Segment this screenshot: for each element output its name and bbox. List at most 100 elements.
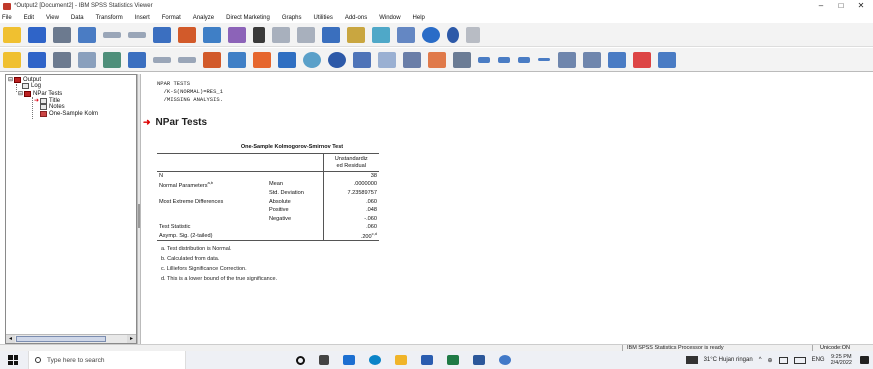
taskbar-search-box[interactable]: Type here to search	[28, 351, 186, 369]
select-cases-icon[interactable]	[372, 26, 390, 43]
value-labels-icon[interactable]	[397, 26, 415, 43]
menu-analyze[interactable]: Analyze	[193, 15, 214, 21]
menu-add-ons[interactable]: Add-ons	[345, 15, 367, 21]
store-icon[interactable]	[421, 355, 433, 365]
goto-data-output-icon[interactable]	[203, 51, 221, 68]
weather-icon[interactable]	[685, 356, 698, 364]
notification-icon[interactable]	[860, 356, 869, 364]
keyboard-icon[interactable]	[793, 356, 806, 364]
goto-case-output-icon[interactable]	[228, 51, 246, 68]
export-icon[interactable]	[103, 51, 121, 68]
menu-insert[interactable]: Insert	[135, 15, 150, 21]
back-arrow-icon[interactable]	[478, 56, 490, 63]
outline-horizontal-scrollbar[interactable]: ◂ ▸	[6, 334, 136, 343]
insert-cases-icon[interactable]	[272, 26, 290, 43]
ks-test-table[interactable]: Unstandardiz ed Residual N 38 Normal Par…	[157, 153, 379, 242]
tray-chevron-icon[interactable]: ^	[759, 357, 762, 363]
redo-output-icon[interactable]	[178, 56, 196, 63]
outline-log[interactable]: Log	[22, 83, 41, 89]
menu-transform[interactable]: Transform	[96, 15, 123, 21]
print-preview-output-icon[interactable]	[78, 51, 96, 68]
goto-variable-icon[interactable]	[203, 26, 221, 43]
variables-icon[interactable]	[228, 26, 246, 43]
menu-view[interactable]: View	[46, 15, 59, 21]
open-folder-icon[interactable]	[3, 26, 21, 43]
npar-tests-heading[interactable]: ➜ NPar Tests	[143, 117, 207, 128]
select-last-output-icon[interactable]	[378, 51, 396, 68]
menu-file[interactable]: File	[2, 15, 12, 21]
menu-format[interactable]: Format	[162, 15, 181, 21]
demote-icon[interactable]	[428, 51, 446, 68]
goto-variable-output-icon[interactable]	[253, 51, 271, 68]
find-icon[interactable]	[253, 26, 265, 43]
scroll-right-icon[interactable]: ▸	[127, 335, 136, 343]
spell-check-icon[interactable]	[466, 26, 480, 43]
menu-direct-marketing[interactable]: Direct Marketing	[226, 15, 270, 21]
print-preview-icon[interactable]	[78, 26, 96, 43]
weight-cases-icon[interactable]	[347, 26, 365, 43]
menu-help[interactable]: Help	[413, 15, 425, 21]
outline-npar-tests[interactable]: ⊟ NPar Tests	[18, 90, 62, 97]
show-all-output-icon[interactable]	[328, 51, 346, 68]
windows-start-icon[interactable]	[8, 355, 18, 365]
edge-icon[interactable]	[369, 355, 381, 365]
insert-title-icon[interactable]	[633, 51, 651, 68]
save-icon[interactable]	[28, 26, 46, 43]
weather-text[interactable]: 31°C Hujan ringan	[704, 357, 753, 363]
goto-data-icon[interactable]	[153, 26, 171, 43]
outline-output[interactable]: ⊟ Output	[8, 76, 41, 83]
menu-edit[interactable]: Edit	[24, 15, 34, 21]
undo-icon[interactable]	[103, 31, 121, 38]
outline-pane[interactable]: ⊟ Output Log ⊟ NPar Tests ➜ Title Notes …	[5, 74, 137, 344]
battery-icon[interactable]	[778, 356, 788, 364]
undo-output-icon[interactable]	[153, 56, 171, 63]
show-icon[interactable]	[558, 51, 576, 68]
maximize-button[interactable]: □	[831, 0, 851, 12]
spss-taskbar-icon[interactable]	[499, 355, 511, 365]
insert-variable-icon[interactable]	[297, 26, 315, 43]
designate-window-icon[interactable]	[353, 51, 371, 68]
insert-heading-icon[interactable]	[608, 51, 626, 68]
scroll-left-icon[interactable]: ◂	[6, 335, 15, 343]
use-sets-output-icon[interactable]	[303, 51, 321, 68]
recall-dialog-icon[interactable]	[128, 51, 146, 68]
menu-data[interactable]: Data	[71, 15, 84, 21]
file-explorer-icon[interactable]	[395, 355, 407, 365]
open-icon[interactable]	[3, 51, 21, 68]
menu-utilities[interactable]: Utilities	[314, 15, 333, 21]
print-output-icon[interactable]	[53, 51, 71, 68]
save-output-icon[interactable]	[28, 51, 46, 68]
clock[interactable]: 9:25 PM 2/4/2022	[831, 354, 852, 366]
redo-icon[interactable]	[128, 31, 146, 38]
split-file-icon[interactable]	[322, 26, 340, 43]
minus-icon[interactable]	[538, 58, 550, 61]
close-button[interactable]: ✕	[851, 0, 871, 12]
minimize-button[interactable]: –	[811, 0, 831, 12]
promote-icon[interactable]	[403, 51, 421, 68]
task-view-icon[interactable]	[319, 355, 329, 365]
menu-graphs[interactable]: Graphs	[282, 15, 302, 21]
network-icon[interactable]: ⊕	[768, 357, 773, 364]
goto-case-icon[interactable]	[178, 26, 196, 43]
plus-icon[interactable]	[518, 56, 530, 63]
outline-notes[interactable]: Notes	[40, 104, 65, 110]
excel-icon[interactable]	[447, 355, 459, 365]
outline-one-sample-ks[interactable]: One-Sample Kolm	[40, 111, 98, 117]
word-icon[interactable]	[473, 355, 485, 365]
language-indicator[interactable]: ENG	[812, 357, 825, 363]
hide-icon[interactable]	[583, 51, 601, 68]
print-icon[interactable]	[53, 26, 71, 43]
cortana-icon[interactable]	[296, 355, 305, 365]
outline-title[interactable]: ➜ Title	[34, 97, 60, 104]
expand-icon[interactable]	[453, 51, 471, 68]
insert-text-icon[interactable]	[658, 51, 676, 68]
mail-icon[interactable]	[343, 355, 355, 365]
menu-window[interactable]: Window	[379, 15, 400, 21]
scrollbar-thumb[interactable]	[16, 336, 106, 342]
show-all-icon[interactable]	[447, 26, 459, 43]
variables-output-icon[interactable]	[278, 51, 296, 68]
splitter-grip[interactable]	[138, 204, 140, 228]
output-content-pane[interactable]: NPAR TESTS /K-S(NORMAL)=RES_1 /MISSING A…	[141, 74, 873, 344]
forward-arrow-icon[interactable]	[498, 56, 510, 63]
use-sets-icon[interactable]	[422, 26, 440, 43]
